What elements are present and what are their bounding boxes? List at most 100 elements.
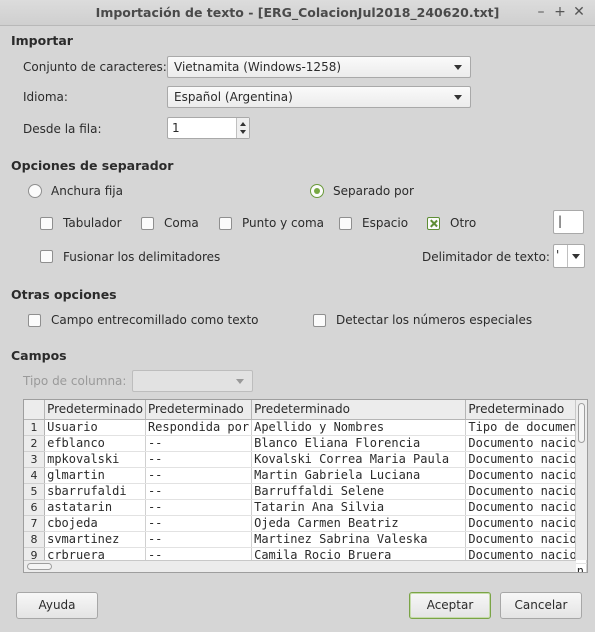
table-cell: Documento nacion	[465, 467, 587, 484]
table-row: 6 astatarin -- Tatarin Ana Silvia Documento …	[24, 499, 587, 516]
charset-select[interactable]: Vietnamita (Windows-1258)	[167, 56, 471, 78]
row-number[interactable]: 4	[24, 467, 46, 484]
minimize-icon[interactable]: –	[532, 3, 550, 21]
chevron-down-icon	[236, 379, 244, 384]
quoted-as-text-checkbox[interactable]	[28, 314, 41, 327]
table-row: 8 svmartinez -- Martinez Sabrina Valeska Doc…	[24, 531, 587, 548]
tab-checkbox[interactable]	[40, 217, 53, 230]
table-cell: --	[145, 499, 253, 516]
column-type-label: Tipo de columna:	[23, 374, 127, 388]
chevron-down-icon	[454, 65, 462, 70]
comma-checkbox[interactable]	[141, 217, 154, 230]
table-cell: Tatarin Ana Silvia	[251, 499, 467, 516]
table-cell: --	[145, 451, 253, 468]
table-cell: Ojeda Carmen Beatriz	[251, 515, 467, 532]
other-options-heading: Otras opciones	[11, 287, 117, 302]
accept-button[interactable]: Aceptar	[409, 592, 491, 619]
table-cell: astatarin	[44, 499, 146, 516]
row-number[interactable]: 1	[24, 419, 46, 436]
table-cell: Documento nacion	[465, 451, 587, 468]
row-number[interactable]: 6	[24, 499, 46, 516]
table-cell: Tipo de document	[465, 419, 587, 436]
title-bar: Importación de texto - [ERG_ColacionJul2…	[0, 0, 595, 26]
tab-label[interactable]: Tabulador	[63, 216, 122, 230]
table-cell: --	[145, 483, 253, 500]
detect-special-label[interactable]: Detectar los números especiales	[336, 313, 532, 327]
from-row-label: Desde la fila:	[23, 122, 102, 136]
text-delimiter-combo[interactable]: '	[553, 244, 585, 268]
quoted-as-text-label[interactable]: Campo entrecomillado como texto	[51, 313, 259, 327]
preview-table: Predeterminado Predeterminado Predetermi…	[24, 400, 587, 572]
header-row: Predeterminado Predeterminado Predetermi…	[24, 400, 587, 420]
table-cell: Martinez Sabrina Valeska	[251, 531, 467, 548]
space-checkbox[interactable]	[339, 217, 352, 230]
semicolon-checkbox[interactable]	[219, 217, 232, 230]
table-cell: Apellido y Nombres	[251, 419, 467, 436]
row-number[interactable]: 5	[24, 483, 46, 500]
separated-by-label[interactable]: Separado por	[333, 184, 414, 198]
import-heading: Importar	[11, 33, 73, 48]
corner-cell	[24, 400, 46, 420]
other-label[interactable]: Otro	[450, 216, 476, 230]
scroll-thumb[interactable]	[27, 563, 52, 570]
table-row: 4 glmartin -- Martin Gabriela Luciana Docume…	[24, 467, 587, 484]
stepper-buttons[interactable]	[236, 118, 249, 138]
from-row-value: 1	[172, 121, 180, 135]
table-cell: Usuario	[44, 419, 146, 436]
arrow-down-icon[interactable]	[240, 130, 246, 134]
column-type-select[interactable]	[132, 370, 253, 392]
horizontal-scrollbar[interactable]	[24, 560, 576, 572]
language-label: Idioma:	[23, 90, 68, 104]
column-header[interactable]: Predeterminado	[44, 400, 146, 420]
table-cell: Documento nacion	[465, 515, 587, 532]
vertical-scrollbar[interactable]	[575, 400, 587, 560]
scroll-thumb[interactable]	[578, 403, 585, 443]
table-cell: --	[145, 531, 253, 548]
separator-heading: Opciones de separador	[11, 158, 174, 173]
table-row: 7 cbojeda -- Ojeda Carmen Beatriz Documento …	[24, 515, 587, 532]
chevron-down-icon	[454, 95, 462, 100]
column-header[interactable]: Predeterminado	[145, 400, 253, 420]
row-number[interactable]: 2	[24, 435, 46, 452]
semicolon-label[interactable]: Punto y coma	[242, 216, 324, 230]
from-row-stepper[interactable]: 1	[167, 117, 250, 139]
fixed-width-label[interactable]: Anchura fija	[51, 184, 123, 198]
table-cell: --	[145, 435, 253, 452]
other-field[interactable]: |	[553, 210, 584, 234]
table-cell: Documento nacion	[465, 499, 587, 516]
row-number[interactable]: 3	[24, 451, 46, 468]
language-select[interactable]: Español (Argentina)	[167, 86, 471, 108]
table-row: 5 sbarrufaldi -- Barruffaldi Selene Document…	[24, 483, 587, 500]
merge-checkbox[interactable]	[40, 250, 53, 263]
table-row: 1 Usuario Respondida por Apellido y Nombres…	[24, 419, 587, 436]
language-value: Español (Argentina)	[174, 90, 293, 104]
row-number[interactable]: 8	[24, 531, 46, 548]
chevron-down-icon[interactable]	[572, 254, 580, 259]
comma-label[interactable]: Coma	[164, 216, 199, 230]
table-cell: --	[145, 515, 253, 532]
close-icon[interactable]: ✕	[570, 3, 588, 21]
table-cell: Respondida por	[145, 419, 253, 436]
row-number[interactable]: 7	[24, 515, 46, 532]
text-delimiter-value: '	[556, 248, 560, 262]
fields-heading: Campos	[11, 348, 67, 363]
cancel-button[interactable]: Cancelar	[500, 592, 582, 619]
table-cell: Documento nacion	[465, 435, 587, 452]
detect-special-checkbox[interactable]	[313, 314, 326, 327]
table-cell: glmartin	[44, 467, 146, 484]
space-label[interactable]: Espacio	[362, 216, 408, 230]
combo-divider	[567, 245, 568, 267]
separated-by-radio[interactable]	[310, 184, 324, 198]
column-header[interactable]: Predeterminado	[251, 400, 467, 420]
preview-grid[interactable]: Predeterminado Predeterminado Predetermi…	[23, 399, 588, 573]
table-row: 2 efblanco -- Blanco Eliana Florencia Docume…	[24, 435, 587, 452]
other-checkbox[interactable]	[427, 217, 440, 230]
help-button[interactable]: Ayuda	[16, 592, 98, 619]
merge-label[interactable]: Fusionar los delimitadores	[63, 250, 220, 264]
table-cell: Blanco Eliana Florencia	[251, 435, 467, 452]
arrow-up-icon[interactable]	[240, 122, 246, 126]
fixed-width-radio[interactable]	[28, 184, 42, 198]
table-cell: cbojeda	[44, 515, 146, 532]
column-header[interactable]: Predeterminado	[465, 400, 587, 420]
maximize-icon[interactable]: +	[551, 3, 569, 21]
